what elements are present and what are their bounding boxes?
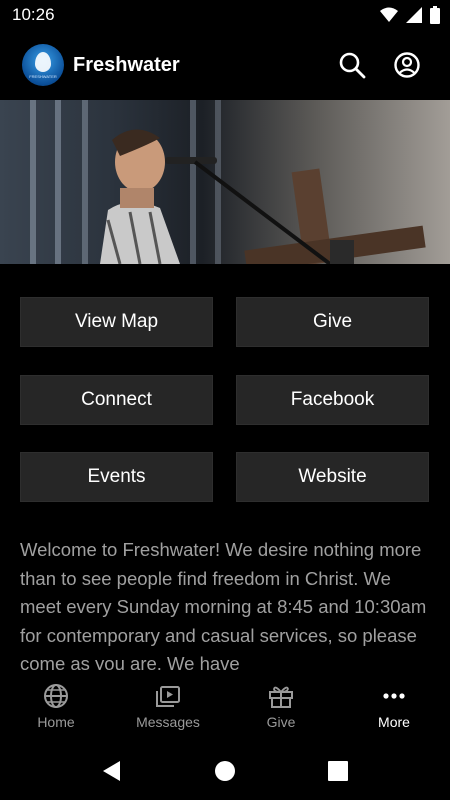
messages-icon bbox=[156, 686, 180, 707]
welcome-text: Welcome to Freshwater! We desire nothing… bbox=[20, 539, 427, 670]
app-bar: FRESHWATER Freshwater bbox=[0, 32, 450, 100]
gift-icon bbox=[269, 686, 293, 708]
nav-item-home[interactable]: Home bbox=[0, 670, 112, 742]
status-bar: 10:26 bbox=[0, 0, 450, 32]
logo-tagline: FRESHWATER bbox=[29, 74, 57, 79]
status-time: 10:26 bbox=[12, 5, 55, 24]
wifi-icon bbox=[380, 7, 398, 22]
globe-icon bbox=[44, 684, 68, 708]
home-circle-icon[interactable] bbox=[213, 759, 237, 783]
nav-label-messages: Messages bbox=[136, 714, 200, 730]
website-button[interactable]: Website bbox=[236, 452, 429, 502]
events-button[interactable]: Events bbox=[20, 452, 213, 502]
church-logo: FRESHWATER bbox=[22, 44, 64, 86]
nav-label-home: Home bbox=[37, 714, 75, 730]
search-icon bbox=[339, 52, 366, 79]
status-icons bbox=[380, 6, 440, 24]
recents-icon[interactable] bbox=[326, 759, 350, 783]
bottom-navigation: Home Messages Give More bbox=[0, 670, 450, 742]
nav-label-more: More bbox=[378, 714, 410, 730]
nav-item-more[interactable]: More bbox=[338, 670, 450, 742]
account-button[interactable] bbox=[391, 49, 423, 81]
back-icon[interactable] bbox=[100, 759, 124, 783]
cell-signal-icon bbox=[406, 7, 422, 23]
system-navigation-bar bbox=[0, 742, 450, 800]
more-icon bbox=[383, 693, 405, 699]
view-map-button[interactable]: View Map bbox=[20, 297, 213, 347]
connect-button[interactable]: Connect bbox=[20, 375, 213, 425]
nav-item-give[interactable]: Give bbox=[225, 670, 337, 742]
search-button[interactable] bbox=[336, 49, 368, 81]
account-circle-icon bbox=[394, 52, 420, 78]
give-button[interactable]: Give bbox=[236, 297, 429, 347]
hero-photo bbox=[0, 100, 450, 264]
facebook-button[interactable]: Facebook bbox=[236, 375, 429, 425]
page-title: Freshwater bbox=[73, 54, 180, 76]
nav-label-give: Give bbox=[266, 714, 296, 730]
nav-item-messages[interactable]: Messages bbox=[112, 670, 224, 742]
battery-icon bbox=[430, 6, 440, 24]
